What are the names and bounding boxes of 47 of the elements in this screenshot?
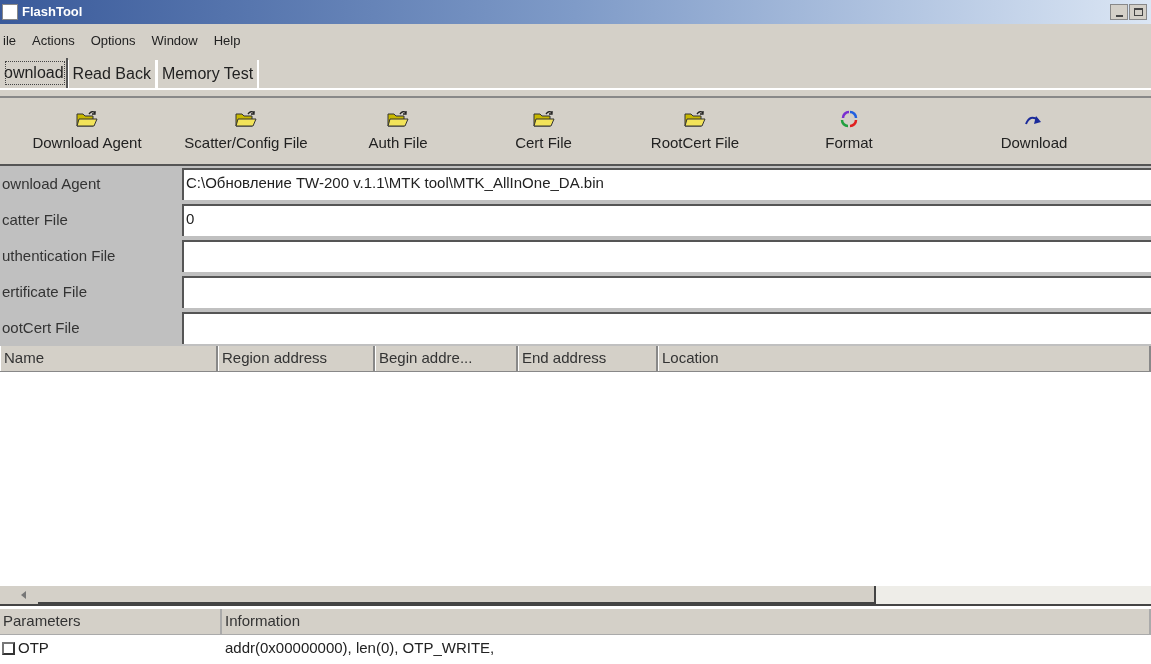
toolbar-button[interactable]: RootCert File [611,98,779,164]
column-header[interactable]: Location [658,346,1151,371]
field-label: ownload Agent [2,173,101,194]
column-header[interactable]: Information [222,609,1151,634]
column-header[interactable]: End address [518,346,658,371]
menu-item[interactable]: Window [150,31,199,51]
field-label: ootCert File [2,317,80,338]
toolbar-button[interactable]: Cert File [476,98,611,164]
folder-icon [684,109,706,128]
folder-icon [235,109,257,128]
input-field[interactable] [182,312,1151,344]
window-title: FlashTool [22,3,83,22]
column-header[interactable]: Region address [218,346,375,371]
horizontal-scrollbar[interactable] [0,586,1151,606]
field-label: uthentication File [2,245,116,266]
input-field[interactable] [182,276,1151,308]
toolbar-button[interactable]: Download Agent [2,98,172,164]
menu-item[interactable]: Actions [31,31,76,51]
left-arrow-icon[interactable] [21,591,26,599]
table-cell-text: addr(0x00000000), len(0), OTP_WRITE, [224,637,495,658]
toolbar-button[interactable]: Auth File [320,98,476,164]
column-header[interactable]: Name [0,346,218,371]
folder-icon [532,109,555,128]
toolbar-button[interactable]: Download [919,98,1149,164]
refresh-icon [840,109,858,128]
field-label: ertificate File [2,281,88,302]
menu-item[interactable]: Help [212,31,242,51]
app-icon [2,4,18,20]
field-label: catter File [2,209,68,230]
minimize-button[interactable] [1110,4,1128,20]
column-header[interactable]: Parameters [0,609,222,634]
folder-icon [387,109,409,128]
tab[interactable]: ownload [2,58,68,88]
tab[interactable]: Memory Test [156,60,260,88]
toolbar-button[interactable]: Format [779,98,919,164]
checkbox[interactable] [2,641,15,655]
menu-item[interactable]: ile [2,31,17,51]
input-field[interactable]: 0 [182,204,1151,236]
menu-item[interactable]: Options [89,31,137,51]
tab[interactable]: Read Back [67,60,157,88]
folder-icon [76,109,98,128]
input-field[interactable]: C:\Обновление TW-200 v.1.1\MTK tool\MTK_AllInOne_DA.bin [182,168,1151,200]
input-field[interactable] [182,240,1151,272]
toolbar-button[interactable]: Scatter/Config File [172,98,320,164]
column-header[interactable]: Begin addre... [375,346,518,371]
maximize-button[interactable] [1129,4,1147,20]
table-cell-text: OTP [18,637,49,658]
